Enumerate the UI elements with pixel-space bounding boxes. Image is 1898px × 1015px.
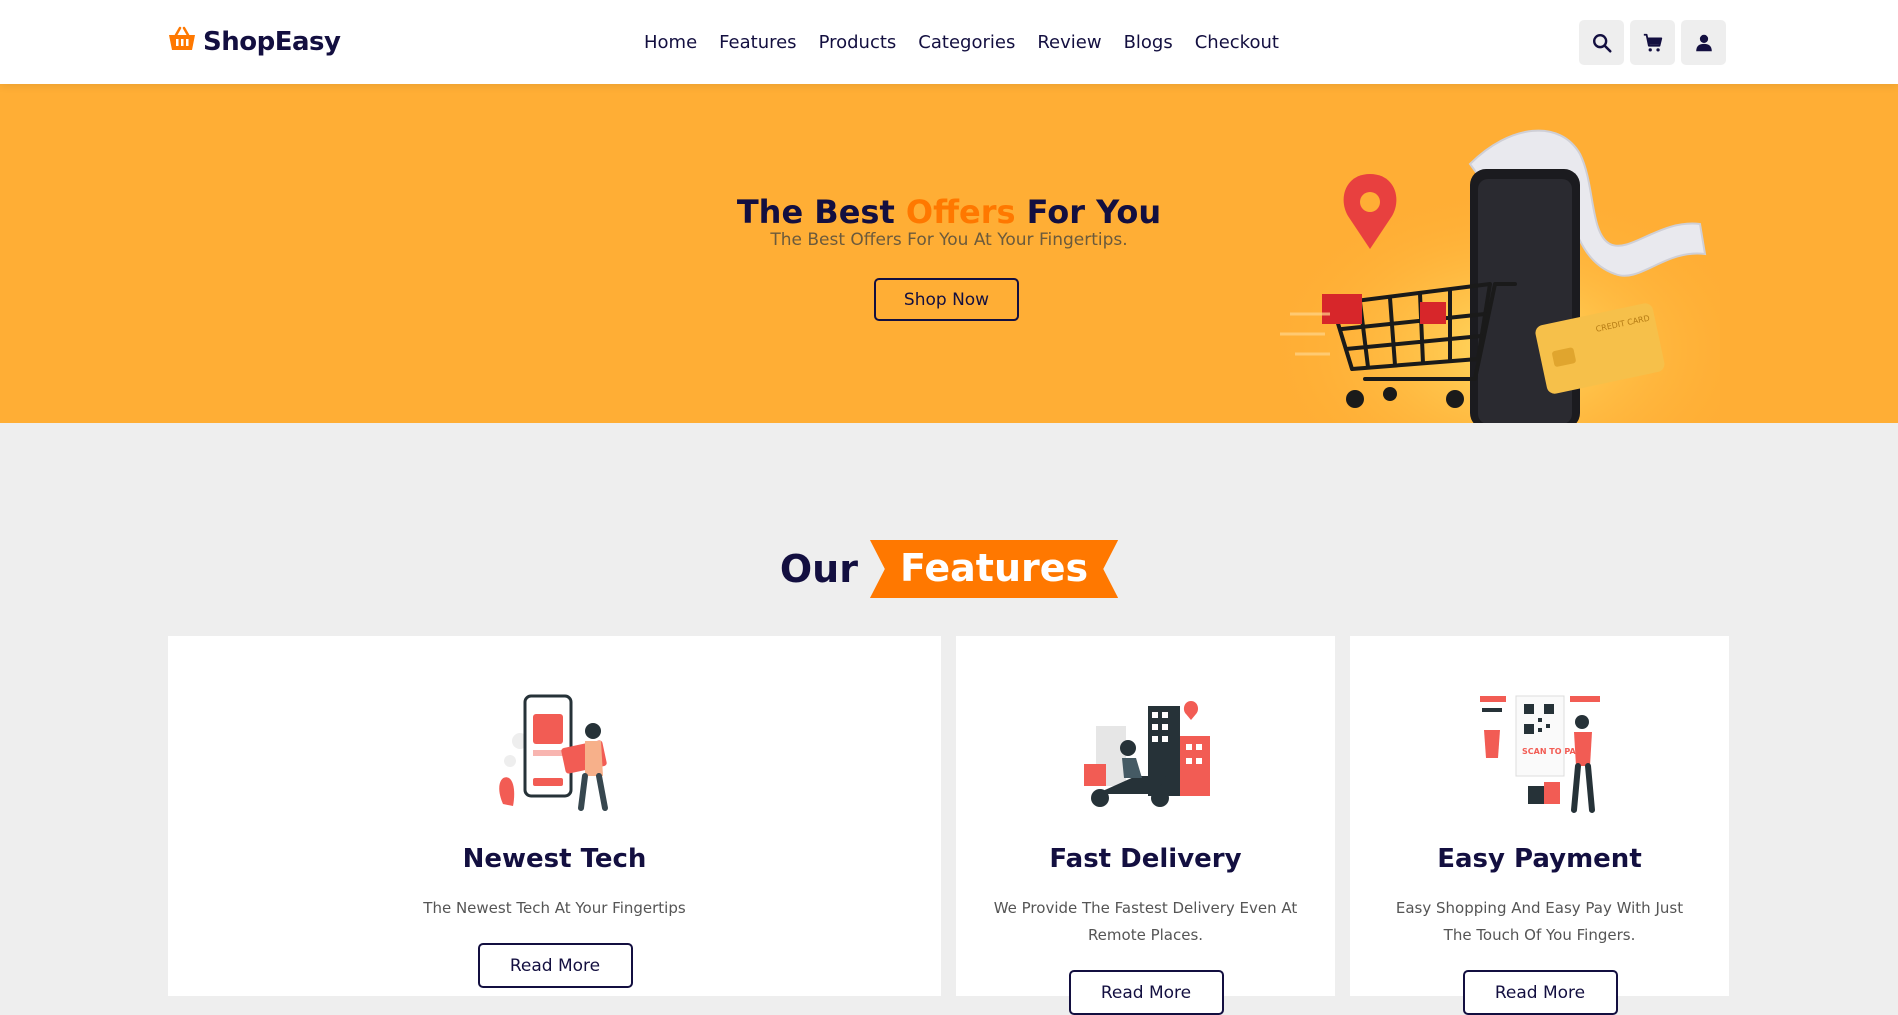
nav-products[interactable]: Products (808, 28, 908, 58)
nav-home[interactable]: Home (633, 28, 708, 58)
feature-title: Newest Tech (462, 844, 647, 874)
site-header: ShopEasy Home Features Products Categori… (0, 0, 1898, 84)
feature-description: We Provide The Fastest Delivery Even At … (993, 899, 1298, 944)
nav-categories[interactable]: Categories (907, 28, 1026, 58)
main-nav: Home Features Products Categories Review… (633, 28, 1290, 58)
basket-icon (167, 24, 197, 61)
feature-card-newest-tech: Newest Tech The Newest Tech At Your Fing… (168, 636, 941, 996)
hero-title-part1: The Best (736, 193, 906, 232)
hero-title-part2: For You (1015, 193, 1162, 232)
read-more-button[interactable]: Read More (477, 943, 633, 988)
features-heading-accent: Features (869, 540, 1119, 598)
feature-title: Easy Payment (1437, 844, 1642, 874)
features-heading-plain: Our (779, 547, 858, 591)
feature-card-easy-payment: SCAN TO PAY Easy Payment Easy Shopping A… (1350, 636, 1729, 1015)
read-more-button[interactable]: Read More (1068, 970, 1224, 1015)
shop-now-button[interactable]: Shop Now (874, 278, 1019, 321)
user-button[interactable] (1681, 20, 1726, 65)
shopping-cart-illustration: CREDIT CARD (1260, 124, 1720, 423)
nav-checkout[interactable]: Checkout (1184, 28, 1290, 58)
delivery-scooter-illustration (1083, 701, 1210, 807)
header-icons (1579, 20, 1726, 65)
mobile-shopping-illustration (498, 694, 608, 811)
cart-button[interactable] (1630, 20, 1675, 65)
feature-description: The Newest Tech At Your Fingertips (423, 899, 686, 917)
nav-review[interactable]: Review (1026, 28, 1112, 58)
logo[interactable]: ShopEasy (167, 24, 341, 61)
feature-description: Easy Shopping And Easy Pay With Just The… (1395, 899, 1684, 944)
search-button[interactable] (1579, 20, 1624, 65)
features-heading: Our Features (0, 540, 1898, 598)
feature-card-fast-delivery: Fast Delivery We Provide The Fastest Del… (956, 636, 1335, 1015)
hero-section: The Best Offers For You The Best Offers … (0, 84, 1898, 423)
nav-features[interactable]: Features (708, 28, 807, 58)
cart-icon (1643, 33, 1662, 52)
read-more-button[interactable]: Read More (1462, 970, 1618, 1015)
user-icon (1695, 34, 1712, 51)
search-icon (1592, 33, 1612, 53)
scan-to-pay-illustration: SCAN TO PAY (1479, 695, 1600, 813)
nav-blogs[interactable]: Blogs (1113, 28, 1184, 58)
scan-to-pay-label: SCAN TO PAY (1522, 747, 1581, 756)
logo-text: ShopEasy (203, 27, 341, 57)
hero-title-accent: Offers (905, 193, 1016, 232)
feature-title: Fast Delivery (1049, 844, 1242, 874)
